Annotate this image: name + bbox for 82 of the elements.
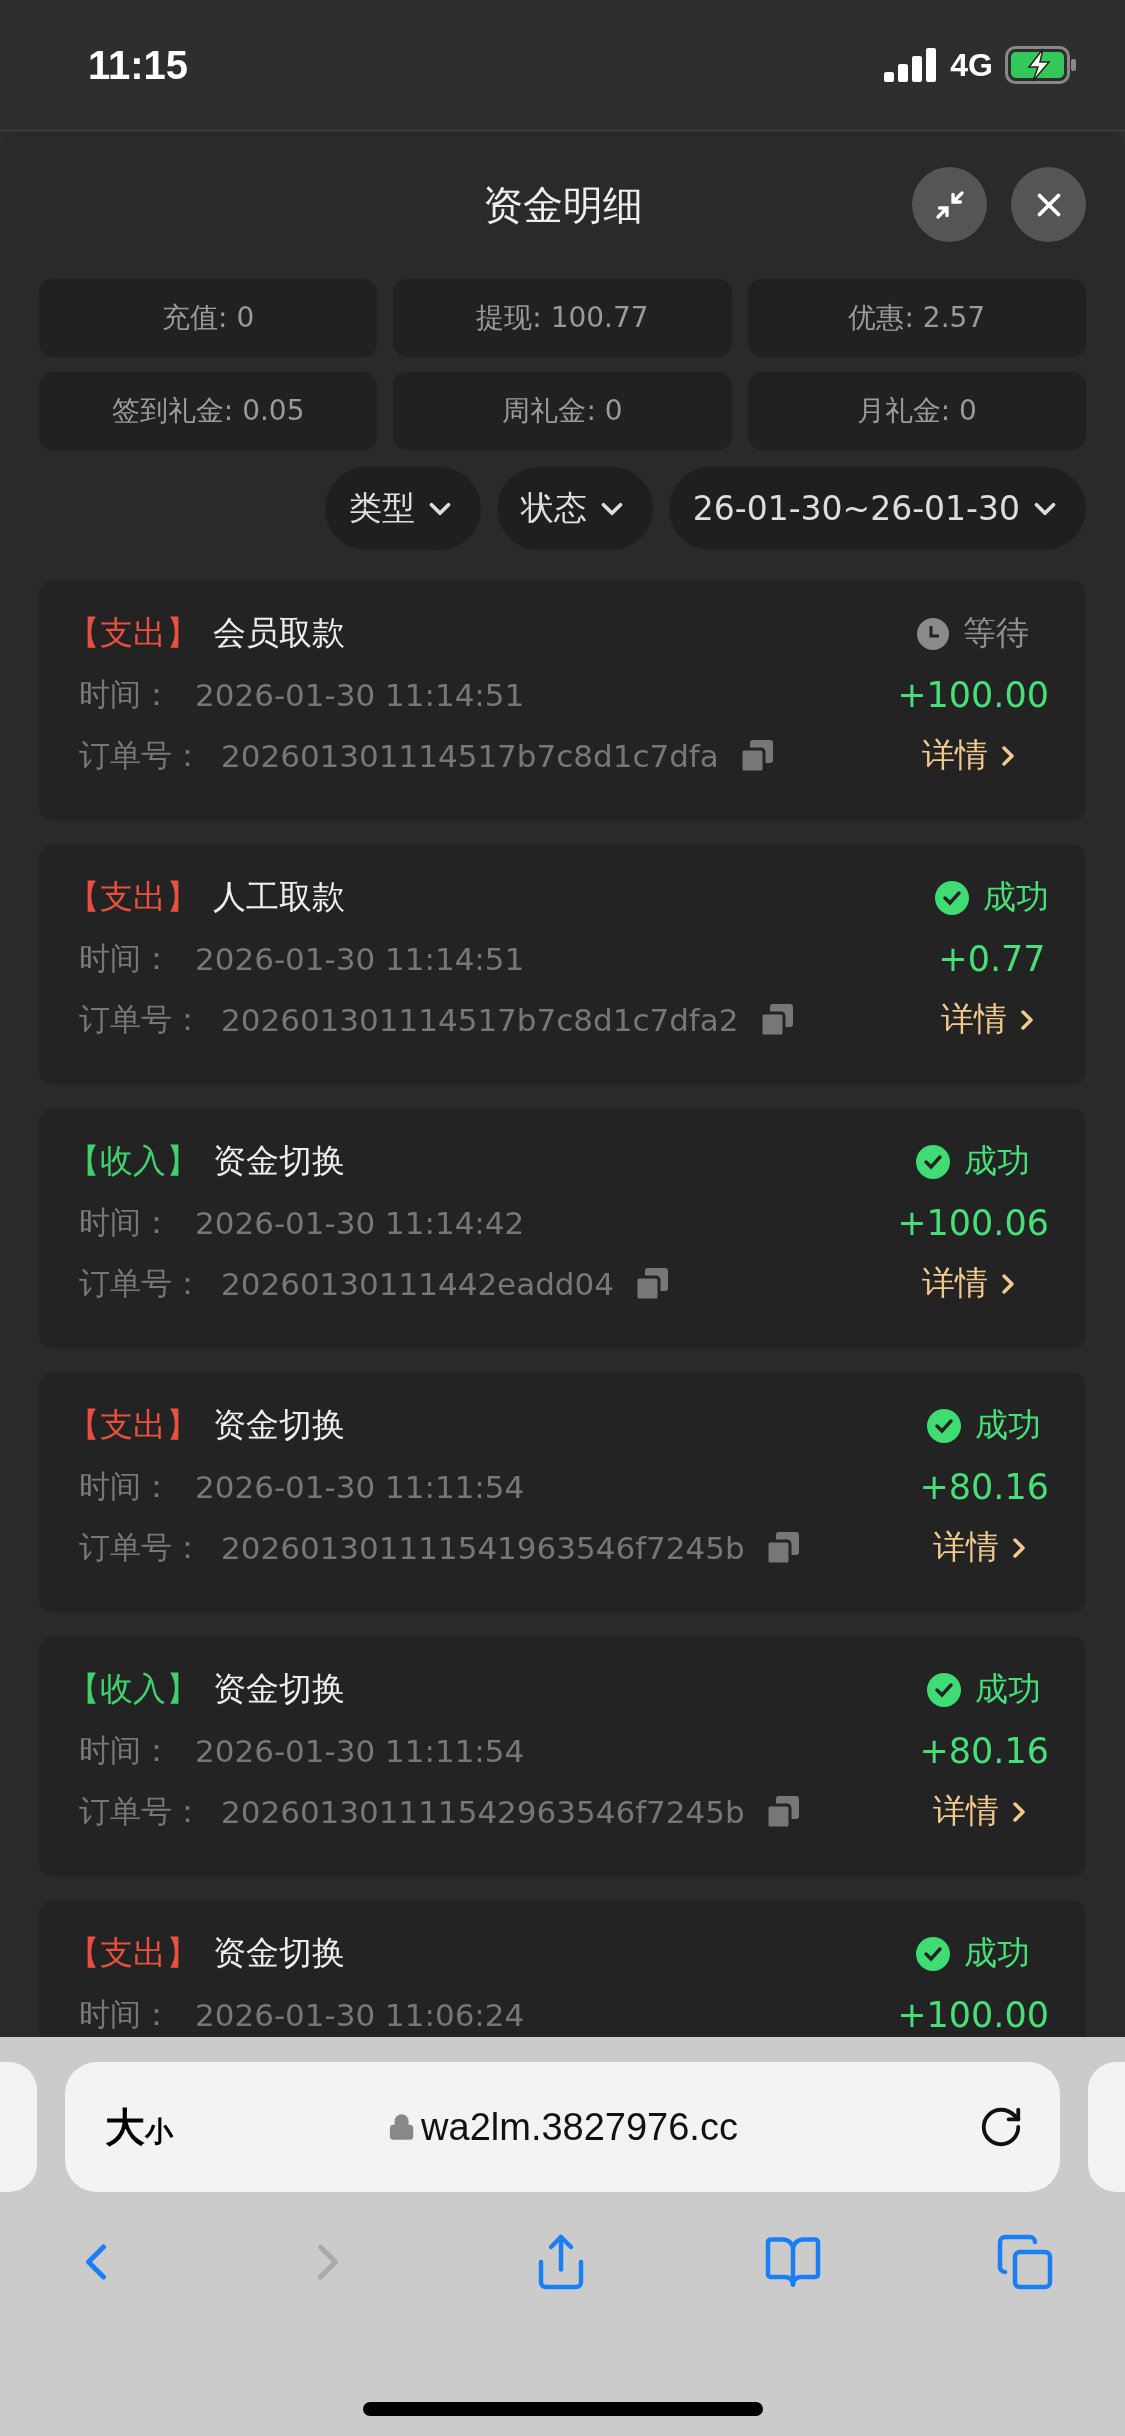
time-label: 时间： (78, 1730, 173, 1770)
order-number: 20260130111442eadd04 (221, 1265, 614, 1302)
time-label: 时间： (78, 1466, 173, 1506)
record-status: 等待 (963, 612, 1030, 654)
record-time: 2026-01-30 11:06:24 (195, 1996, 525, 2033)
record-amount: +80.16 (919, 1730, 1049, 1771)
summary-stat: 周礼金: 0 (393, 372, 732, 450)
record-time: 2026-01-30 11:11:54 (195, 1732, 525, 1769)
time-label: 时间： (78, 674, 173, 714)
record-type: 【支出】 (67, 1932, 199, 1974)
record-amount: +100.00 (897, 1994, 1049, 2035)
record-status: 成功 (964, 1140, 1031, 1182)
panel-title: 资金明细 (482, 180, 643, 230)
record-amount: +100.06 (897, 1202, 1049, 1243)
record-time: 2026-01-30 11:11:54 (195, 1468, 525, 1505)
detail-link[interactable]: 详情 (922, 733, 1025, 778)
filter-dropdown[interactable]: 状态 (496, 467, 653, 550)
check-circle-icon (927, 1672, 962, 1707)
detail-link[interactable]: 详情 (922, 1261, 1025, 1306)
record-status: 成功 (975, 1668, 1042, 1710)
order-label: 订单号： (78, 735, 204, 775)
record-type: 【收入】 (67, 1668, 199, 1710)
record-title: 资金切换 (213, 1668, 345, 1710)
record-title: 资金切换 (213, 1932, 345, 1974)
summary-stat: 充值: 0 (39, 279, 378, 357)
battery-charging-icon (1005, 46, 1077, 84)
order-number: 202601301111541963546f7245b (221, 1529, 745, 1566)
detail-link[interactable]: 详情 (933, 1525, 1036, 1570)
check-circle-icon (916, 1936, 951, 1971)
filter-dropdown[interactable]: 26-01-30~26-01-30 (668, 467, 1086, 550)
summary-stat: 月礼金: 0 (747, 372, 1086, 450)
record-time: 2026-01-30 11:14:51 (195, 676, 525, 713)
summary-stat: 提现: 100.77 (393, 279, 732, 357)
tabs-button[interactable] (995, 2232, 1055, 2292)
order-number: 202601301114517b7c8d1c7dfa (221, 737, 719, 774)
order-number: 202601301111542963546f7245b (221, 1793, 745, 1830)
clock-icon (917, 617, 950, 650)
summary-stat: 优惠: 2.57 (747, 279, 1086, 357)
network-label: 4G (950, 46, 993, 84)
signal-icon (884, 48, 939, 82)
record-status: 成功 (964, 1932, 1031, 1974)
detail-link[interactable]: 详情 (933, 1789, 1036, 1834)
order-label: 订单号： (78, 1527, 204, 1567)
order-label: 订单号： (78, 1791, 204, 1831)
copy-icon[interactable] (766, 1795, 799, 1828)
record-type: 【支出】 (67, 612, 199, 654)
record-title: 人工取款 (213, 876, 345, 918)
check-circle-icon (935, 880, 969, 915)
check-circle-icon (916, 1144, 951, 1179)
record-title: 资金切换 (213, 1140, 345, 1182)
record-type: 【支出】 (67, 876, 199, 918)
record-status: 成功 (975, 1404, 1042, 1446)
record-time: 2026-01-30 11:14:51 (195, 940, 525, 977)
record-type: 【收入】 (67, 1140, 199, 1182)
order-number: 202601301114517b7c8d1c7dfa2 (221, 1001, 739, 1038)
detail-link[interactable]: 详情 (941, 997, 1043, 1042)
record-type: 【支出】 (67, 1404, 199, 1446)
copy-icon[interactable] (636, 1267, 668, 1300)
text-size-button[interactable]: 大小 (105, 2099, 173, 2155)
time-label: 时间： (78, 1202, 173, 1242)
copy-icon[interactable] (740, 739, 773, 772)
record-title: 会员取款 (213, 612, 345, 654)
lock-icon (387, 2113, 416, 2141)
order-label: 订单号： (78, 1263, 204, 1303)
record-time: 2026-01-30 11:14:42 (195, 1204, 525, 1241)
record-title: 资金切换 (213, 1404, 345, 1446)
tabs-icon (995, 2232, 1055, 2292)
record-amount: +100.00 (897, 674, 1049, 715)
time-label: 时间： (78, 1994, 173, 2034)
status-time: 11:15 (88, 42, 189, 88)
record-amount: +80.16 (919, 1466, 1049, 1507)
filter-dropdown[interactable]: 类型 (324, 467, 481, 550)
order-label: 订单号： (78, 999, 204, 1039)
record-status: 成功 (983, 876, 1049, 918)
check-circle-icon (927, 1408, 962, 1443)
url-text: wa2lm.3827976.cc (387, 2105, 738, 2149)
summary-stat: 签到礼金: 0.05 (39, 372, 378, 450)
record-amount: +0.77 (938, 938, 1046, 979)
copy-icon[interactable] (766, 1531, 799, 1564)
address-bar[interactable]: 大小 wa2lm.3827976.cc (65, 2062, 1060, 2192)
copy-icon[interactable] (760, 1003, 793, 1036)
time-label: 时间： (78, 938, 173, 978)
